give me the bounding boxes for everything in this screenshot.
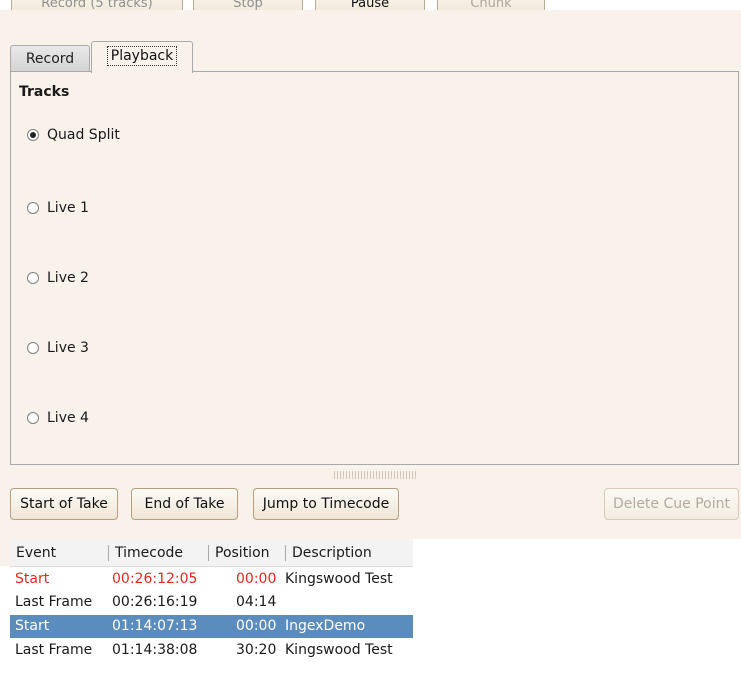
cue-description: Kingswood Test	[285, 642, 393, 658]
cue-position: 30:20	[236, 642, 277, 658]
track-label: Live 1	[47, 200, 89, 216]
cue-description: IngexDemo	[285, 618, 366, 634]
track-label: Quad Split	[47, 127, 120, 143]
track-label: Live 4	[47, 410, 89, 426]
track-radio-live-2[interactable]: Live 2	[27, 269, 89, 287]
cue-timecode: 00:26:12:05	[112, 571, 198, 587]
cue-description: Kingswood Test	[285, 571, 393, 587]
cue-point-list[interactable]: Event Timecode Position Description Star…	[10, 539, 741, 689]
radio-checked-icon[interactable]	[27, 129, 39, 141]
cue-row[interactable]: Last Frame 01:14:38:08 30:20 Kingswood T…	[10, 639, 413, 662]
cue-list-header: Event Timecode Position Description	[10, 539, 413, 567]
end-of-take-button[interactable]: End of Take	[131, 488, 238, 520]
cue-timecode: 01:14:38:08	[112, 642, 198, 658]
radio-unchecked-icon[interactable]	[27, 342, 39, 354]
pane-splitter-handle[interactable]	[334, 471, 416, 479]
column-header-description[interactable]: Description	[285, 545, 413, 561]
column-header-event[interactable]: Event	[10, 539, 108, 566]
start-of-take-button[interactable]: Start of Take	[10, 488, 118, 520]
radio-unchecked-icon[interactable]	[27, 202, 39, 214]
tab-record[interactable]: Record	[10, 45, 90, 72]
cue-position: 00:00	[236, 618, 277, 634]
tracks-title: Tracks	[19, 84, 70, 100]
track-radio-live-4[interactable]: Live 4	[27, 409, 89, 427]
track-label: Live 2	[47, 270, 89, 286]
tracks-panel: Tracks Quad Split Live 1 Live 2 Live 3 L…	[10, 71, 739, 465]
tab-playback[interactable]: Playback	[91, 41, 193, 73]
track-label: Live 3	[47, 340, 89, 356]
column-header-timecode[interactable]: Timecode	[108, 545, 208, 561]
radio-unchecked-icon[interactable]	[27, 412, 39, 424]
cue-row[interactable]: Start 00:26:12:05 00:00 Kingswood Test	[10, 568, 413, 591]
cue-event: Last Frame	[15, 594, 93, 610]
track-radio-quad-split[interactable]: Quad Split	[27, 126, 120, 144]
cue-position: 04:14	[236, 594, 277, 610]
column-header-position[interactable]: Position	[208, 545, 285, 561]
delete-cue-point-button[interactable]: Delete Cue Point	[604, 488, 739, 520]
tab-record-label: Record	[25, 51, 75, 67]
track-radio-live-3[interactable]: Live 3	[27, 339, 89, 357]
cue-position: 00:00	[236, 571, 277, 587]
cue-row-selected[interactable]: Start 01:14:07:13 00:00 IngexDemo	[10, 615, 413, 638]
cue-timecode: 00:26:16:19	[112, 594, 198, 610]
jump-to-timecode-button[interactable]: Jump to Timecode	[253, 488, 399, 520]
cue-timecode: 01:14:07:13	[112, 618, 198, 634]
cue-event: Last Frame	[15, 642, 93, 658]
cue-event: Start	[15, 571, 50, 587]
tab-playback-label: Playback	[106, 46, 178, 66]
cue-event: Start	[15, 618, 50, 634]
cue-row[interactable]: Last Frame 00:26:16:19 04:14	[10, 591, 413, 614]
track-radio-live-1[interactable]: Live 1	[27, 199, 89, 217]
radio-unchecked-icon[interactable]	[27, 272, 39, 284]
